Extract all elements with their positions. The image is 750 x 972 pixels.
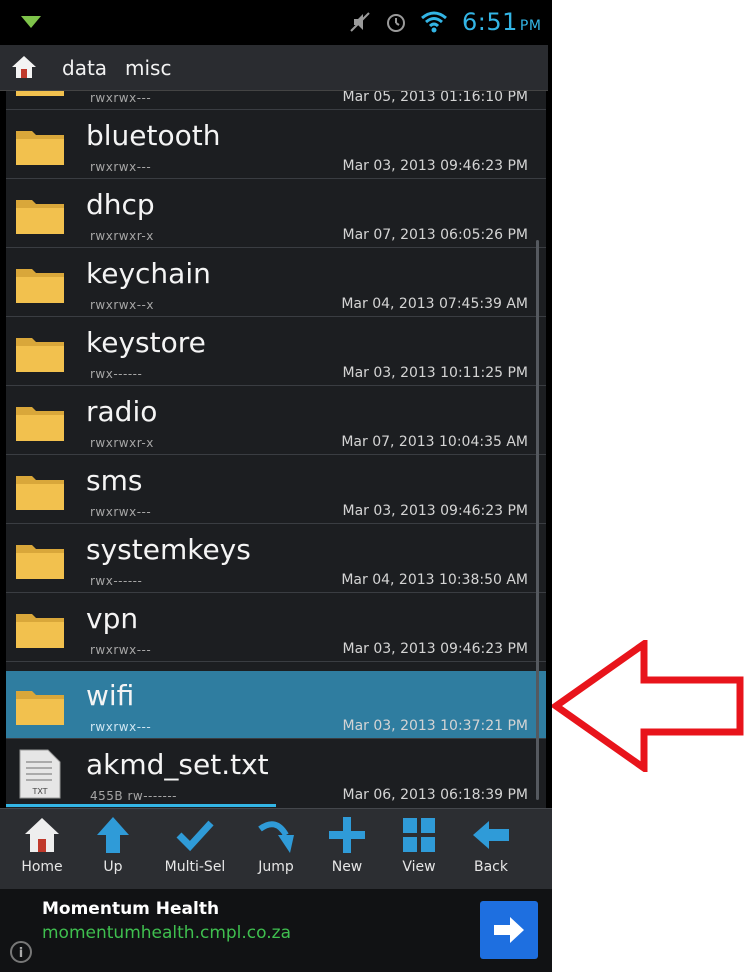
- file-date: Mar 07, 2013 10:04:35 AM: [341, 434, 528, 450]
- file-name: sms: [86, 464, 143, 497]
- new-button[interactable]: New: [312, 815, 382, 875]
- file-date: Mar 07, 2013 06:05:26 PM: [342, 227, 528, 243]
- clock: 6:51 PM: [462, 8, 542, 36]
- alarm-clock-icon: [384, 10, 408, 38]
- grid-view-icon: [384, 815, 454, 855]
- back-label: Back: [474, 859, 508, 875]
- folder-icon: [14, 608, 66, 654]
- file-date: Mar 03, 2013 10:11:25 PM: [342, 365, 528, 381]
- file-name: systemkeys: [86, 533, 251, 566]
- file-date: Mar 03, 2013 09:46:23 PM: [342, 158, 528, 174]
- home-button[interactable]: Home: [7, 815, 77, 875]
- download-notification-icon[interactable]: [20, 14, 42, 33]
- back-button[interactable]: Back: [456, 815, 526, 875]
- file-list[interactable]: rwxrwx--- Mar 05, 2013 01:16:10 PM bluet…: [6, 91, 546, 809]
- ad-url[interactable]: momentumhealth.cmpl.co.za: [42, 923, 291, 943]
- file-permissions: rwxrwxr-x: [90, 229, 154, 243]
- folder-icon: [14, 685, 66, 731]
- home-icon: [7, 815, 77, 855]
- file-row-keychain[interactable]: keychain rwxrwx--x Mar 04, 2013 07:45:39…: [6, 249, 546, 317]
- text-file-icon: TXT: [18, 748, 62, 804]
- file-row-radio[interactable]: radio rwxrwxr-x Mar 07, 2013 10:04:35 AM: [6, 387, 546, 455]
- file-row-dhcp[interactable]: dhcp rwxrwxr-x Mar 07, 2013 06:05:26 PM: [6, 180, 546, 248]
- home-label: Home: [21, 859, 63, 875]
- file-date: Mar 03, 2013 09:46:23 PM: [342, 641, 528, 657]
- curved-arrow-icon: [241, 815, 311, 855]
- view-button[interactable]: View: [384, 815, 454, 875]
- file-permissions: rwxrwx---: [90, 160, 152, 174]
- arrow-left-icon: [456, 815, 526, 855]
- checkmark-icon: [160, 815, 230, 855]
- text-file-icon-label: TXT: [31, 787, 47, 796]
- file-row-vpn[interactable]: vpn rwxrwx--- Mar 03, 2013 09:46:23 PM: [6, 594, 546, 662]
- list-scrollbar[interactable]: [536, 240, 539, 800]
- file-date: Mar 05, 2013 01:16:10 PM: [342, 91, 528, 105]
- ad-title[interactable]: Momentum Health: [42, 899, 219, 919]
- folder-icon: [14, 194, 66, 240]
- up-button[interactable]: Up: [78, 815, 148, 875]
- folder-icon: [14, 332, 66, 378]
- file-row-wifi-selected[interactable]: wifi rwxrwx--- Mar 03, 2013 10:37:21 PM: [6, 671, 546, 739]
- folder-icon: [14, 539, 66, 585]
- file-permissions: rwx------: [90, 367, 143, 381]
- wifi-signal-icon: [420, 10, 448, 38]
- red-arrow-annotation-icon: [549, 637, 746, 776]
- bottom-toolbar: Home Up Multi-Sel Jump New View Back: [0, 808, 552, 889]
- multi-select-button[interactable]: Multi-Sel: [160, 815, 230, 875]
- view-label: View: [402, 859, 436, 875]
- folder-icon: [14, 125, 66, 171]
- breadcrumb-home-icon[interactable]: [10, 53, 38, 85]
- file-row-keystore[interactable]: keystore rwx------ Mar 03, 2013 10:11:25…: [6, 318, 546, 386]
- scroll-position-indicator: [6, 804, 276, 807]
- file-date: Mar 04, 2013 10:38:50 AM: [341, 572, 528, 588]
- file-permissions: rwxrwx---: [90, 720, 152, 734]
- arrow-up-icon: [78, 815, 148, 855]
- ad-go-arrow-icon[interactable]: [480, 901, 538, 959]
- folder-icon: [14, 470, 66, 516]
- file-name: akmd_set.txt: [86, 748, 269, 781]
- file-row-akmd-set[interactable]: TXT akmd_set.txt 455B rw------- Mar 06, …: [6, 740, 546, 808]
- file-name: keychain: [86, 257, 211, 290]
- file-permissions: rwx------: [90, 574, 143, 588]
- file-permissions: rwxrwx---: [90, 505, 152, 519]
- file-row[interactable]: rwxrwx--- Mar 05, 2013 01:16:10 PM: [6, 91, 546, 110]
- file-name: radio: [86, 395, 158, 428]
- file-date: Mar 04, 2013 07:45:39 AM: [341, 296, 528, 312]
- file-permissions: rwxrwx---: [90, 91, 152, 105]
- breadcrumb-segment-misc[interactable]: misc: [125, 56, 171, 80]
- file-date: Mar 03, 2013 09:46:23 PM: [342, 503, 528, 519]
- file-date: Mar 03, 2013 10:37:21 PM: [342, 718, 528, 734]
- status-bar: 6:51 PM: [0, 0, 552, 45]
- multi-select-label: Multi-Sel: [164, 859, 226, 875]
- file-name: bluetooth: [86, 119, 221, 152]
- file-name: vpn: [86, 602, 139, 635]
- breadcrumb: data misc: [0, 45, 548, 91]
- plus-icon: [312, 815, 382, 855]
- jump-label: Jump: [258, 859, 294, 875]
- ad-info-icon[interactable]: i: [10, 941, 32, 963]
- folder-icon: [14, 91, 66, 102]
- new-label: New: [331, 859, 363, 875]
- file-name: dhcp: [86, 188, 155, 221]
- file-permissions: rwxrwxr-x: [90, 436, 154, 450]
- phone-screen: 6:51 PM data misc rwxrwx--- Mar 05, 2013 …: [0, 0, 552, 972]
- file-name: keystore: [86, 326, 206, 359]
- folder-icon: [14, 401, 66, 447]
- file-date: Mar 06, 2013 06:18:39 PM: [342, 787, 528, 803]
- file-row-bluetooth[interactable]: bluetooth rwxrwx--- Mar 03, 2013 09:46:2…: [6, 111, 546, 179]
- file-row-sms[interactable]: sms rwxrwx--- Mar 03, 2013 09:46:23 PM: [6, 456, 546, 524]
- up-label: Up: [103, 859, 123, 875]
- jump-button[interactable]: Jump: [241, 815, 311, 875]
- ad-banner[interactable]: Momentum Health momentumhealth.cmpl.co.z…: [0, 889, 552, 972]
- file-row-systemkeys[interactable]: systemkeys rwx------ Mar 04, 2013 10:38:…: [6, 525, 546, 593]
- mute-icon: [348, 10, 372, 38]
- file-permissions: rwxrwx---: [90, 643, 152, 657]
- folder-icon: [14, 263, 66, 309]
- file-name: wifi: [86, 679, 135, 712]
- file-permissions: 455B rw-------: [90, 789, 178, 803]
- breadcrumb-segment-data[interactable]: data: [62, 56, 107, 80]
- file-permissions: rwxrwx--x: [90, 298, 154, 312]
